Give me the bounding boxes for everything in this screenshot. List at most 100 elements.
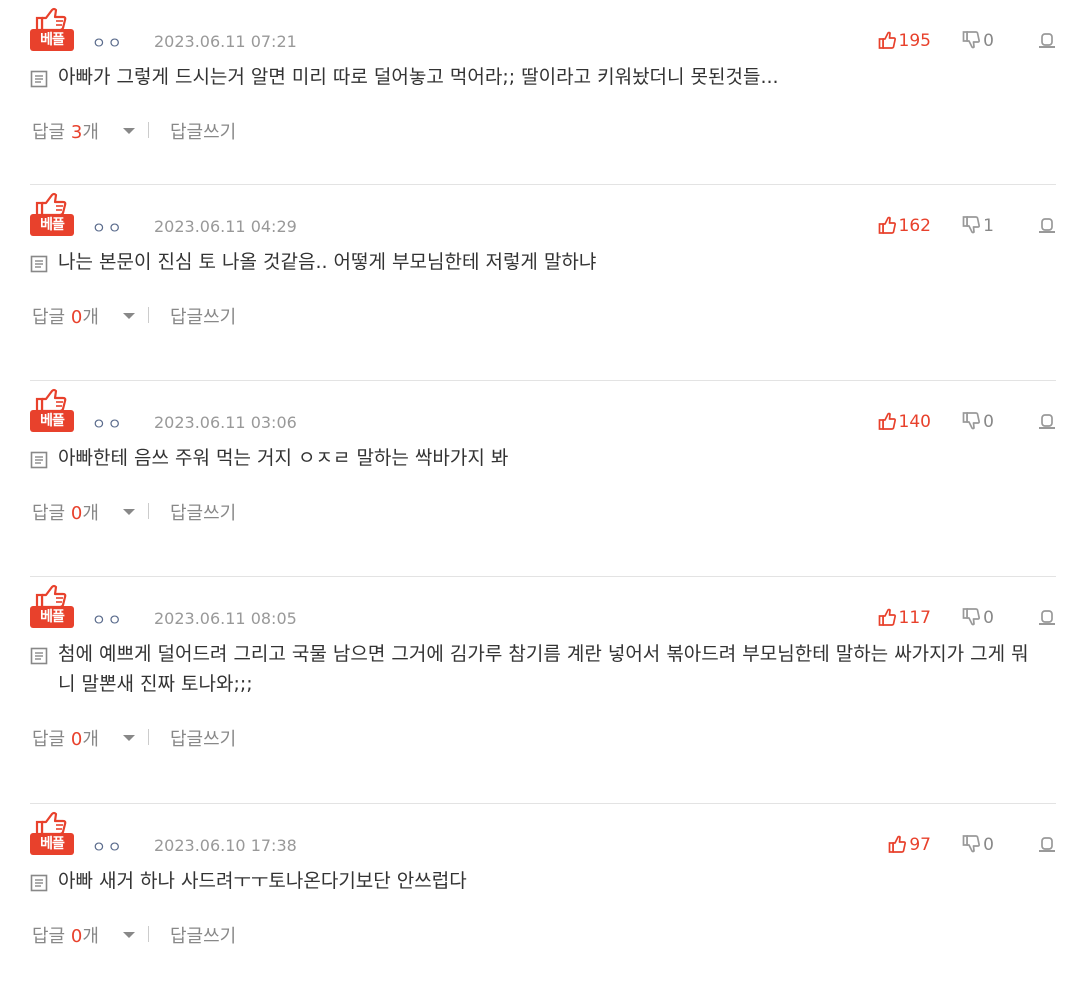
like-count: 140 bbox=[898, 412, 931, 432]
comment-item: 베플 ㅇㅇ 2023.06.11 07:21 195 0 아빠가 그렇게 드시는… bbox=[30, 0, 1056, 185]
dislike-count: 0 bbox=[983, 412, 994, 432]
report-button[interactable] bbox=[1038, 217, 1056, 238]
nickname[interactable]: ㅇㅇ bbox=[92, 413, 124, 434]
comment-text: 첨에 예쁘게 덜어드려 그리고 국물 남으면 그거에 김가루 참기름 계란 넣어… bbox=[58, 643, 1029, 695]
thumbs-down-icon bbox=[962, 608, 981, 626]
like-count: 117 bbox=[898, 608, 931, 628]
comment-header: 베플 ㅇㅇ 2023.06.11 08:05 117 0 bbox=[30, 577, 1056, 639]
like-button[interactable]: 117 bbox=[878, 608, 931, 628]
thumbs-down-icon bbox=[962, 835, 981, 853]
divider bbox=[148, 729, 149, 745]
comment-text: 나는 본문이 진심 토 나올 것같음.. 어떻게 부모님한테 저렇게 말하냐 bbox=[58, 251, 597, 273]
reply-toggle[interactable]: 답글 0개 bbox=[32, 725, 99, 751]
best-comment-badge: 베플 bbox=[30, 810, 76, 858]
comment-date: 2023.06.11 03:06 bbox=[154, 413, 297, 432]
divider bbox=[148, 503, 149, 519]
best-label: 베플 bbox=[30, 833, 74, 855]
comment-body: 첨에 예쁘게 덜어드려 그리고 국물 남으면 그거에 김가루 참기름 계란 넣어… bbox=[30, 639, 1056, 699]
like-button[interactable]: 97 bbox=[888, 835, 931, 855]
thumbs-down-icon bbox=[962, 412, 981, 430]
reply-toggle[interactable]: 답글 0개 bbox=[32, 303, 99, 329]
reply-label: 답글 bbox=[32, 926, 66, 947]
caret-down-icon[interactable] bbox=[123, 313, 135, 319]
dislike-count: 0 bbox=[983, 608, 994, 628]
like-button[interactable]: 162 bbox=[878, 216, 931, 236]
thumbs-up-icon bbox=[878, 412, 896, 430]
best-label: 베플 bbox=[30, 214, 74, 236]
write-reply-button[interactable]: 답글쓰기 bbox=[170, 303, 236, 329]
caret-down-icon[interactable] bbox=[123, 735, 135, 741]
comment-header: 베플 ㅇㅇ 2023.06.11 04:29 162 1 bbox=[30, 185, 1056, 247]
like-count: 195 bbox=[898, 31, 931, 51]
nickname[interactable]: ㅇㅇ bbox=[92, 609, 124, 630]
reply-count: 3 bbox=[70, 122, 83, 143]
write-reply-button[interactable]: 답글쓰기 bbox=[170, 499, 236, 525]
write-reply-button[interactable]: 답글쓰기 bbox=[170, 922, 236, 948]
memo-icon bbox=[30, 255, 48, 273]
write-reply-button[interactable]: 답글쓰기 bbox=[170, 725, 236, 751]
write-reply-button[interactable]: 답글쓰기 bbox=[170, 118, 236, 144]
comment-footer: 답글 3개 답글쓰기 bbox=[30, 92, 1056, 174]
comment-body: 아빠 새거 하나 사드려ㅜㅜ토나온다기보단 안쓰럽다 bbox=[30, 866, 1056, 896]
reply-unit: 개 bbox=[82, 503, 99, 524]
report-button[interactable] bbox=[1038, 609, 1056, 630]
comment-footer: 답글 0개 답글쓰기 bbox=[30, 277, 1056, 359]
dislike-button[interactable]: 0 bbox=[962, 835, 994, 855]
dislike-button[interactable]: 1 bbox=[962, 216, 994, 236]
vote-area: 162 1 bbox=[816, 216, 1056, 236]
dislike-button[interactable]: 0 bbox=[962, 608, 994, 628]
vote-area: 117 0 bbox=[816, 608, 1056, 628]
report-button[interactable] bbox=[1038, 413, 1056, 434]
report-icon bbox=[1039, 414, 1055, 429]
reply-toggle[interactable]: 답글 0개 bbox=[32, 499, 99, 525]
dislike-button[interactable]: 0 bbox=[962, 412, 994, 432]
thumbs-up-icon bbox=[878, 608, 896, 626]
best-label: 베플 bbox=[30, 29, 74, 51]
reply-count: 0 bbox=[70, 503, 83, 524]
comment-item: 베플 ㅇㅇ 2023.06.11 03:06 140 0 아빠한테 음쓰 주워 … bbox=[30, 381, 1056, 577]
dislike-count: 0 bbox=[983, 835, 994, 855]
thumbs-up-icon bbox=[878, 31, 896, 49]
vote-area: 195 0 bbox=[816, 31, 1056, 51]
divider bbox=[148, 926, 149, 942]
report-button[interactable] bbox=[1038, 32, 1056, 53]
report-icon bbox=[1039, 33, 1055, 48]
comment-body: 아빠한테 음쓰 주워 먹는 거지 ㅇㅈㄹ 말하는 싹바가지 봐 bbox=[30, 443, 1056, 473]
reply-unit: 개 bbox=[82, 307, 99, 328]
best-label: 베플 bbox=[30, 606, 74, 628]
reply-count: 0 bbox=[70, 926, 83, 947]
memo-icon bbox=[30, 647, 48, 665]
thumbs-up-icon bbox=[889, 835, 907, 853]
like-count: 162 bbox=[898, 216, 931, 236]
nickname[interactable]: ㅇㅇ bbox=[92, 836, 124, 857]
comment-footer: 답글 0개 답글쓰기 bbox=[30, 896, 1056, 978]
dislike-button[interactable]: 0 bbox=[962, 31, 994, 51]
vote-area: 140 0 bbox=[816, 412, 1056, 432]
comment-item: 베플 ㅇㅇ 2023.06.11 04:29 162 1 나는 본문이 진심 토… bbox=[30, 185, 1056, 381]
memo-icon bbox=[30, 451, 48, 469]
memo-icon bbox=[30, 874, 48, 892]
comment-text: 아빠가 그렇게 드시는거 알면 미리 따로 덜어놓고 먹어라;; 딸이라고 키워… bbox=[58, 66, 779, 88]
report-icon bbox=[1039, 218, 1055, 233]
reply-label: 답글 bbox=[32, 307, 66, 328]
reply-unit: 개 bbox=[82, 729, 99, 750]
report-button[interactable] bbox=[1038, 836, 1056, 857]
caret-down-icon[interactable] bbox=[123, 932, 135, 938]
thumbs-up-icon bbox=[878, 216, 896, 234]
caret-down-icon[interactable] bbox=[123, 128, 135, 134]
reply-toggle[interactable]: 답글 3개 bbox=[32, 118, 99, 144]
comment-date: 2023.06.11 04:29 bbox=[154, 217, 297, 236]
caret-down-icon[interactable] bbox=[123, 509, 135, 515]
comment-date: 2023.06.10 17:38 bbox=[154, 836, 297, 855]
reply-label: 답글 bbox=[32, 122, 66, 143]
reply-toggle[interactable]: 답글 0개 bbox=[32, 922, 99, 948]
like-button[interactable]: 140 bbox=[878, 412, 931, 432]
nickname[interactable]: ㅇㅇ bbox=[92, 217, 124, 238]
reply-unit: 개 bbox=[82, 926, 99, 947]
comment-date: 2023.06.11 07:21 bbox=[154, 32, 297, 51]
like-button[interactable]: 195 bbox=[878, 31, 931, 51]
report-icon bbox=[1039, 610, 1055, 625]
nickname[interactable]: ㅇㅇ bbox=[92, 32, 124, 53]
thumbs-down-icon bbox=[962, 216, 981, 234]
best-comment-badge: 베플 bbox=[30, 387, 76, 435]
